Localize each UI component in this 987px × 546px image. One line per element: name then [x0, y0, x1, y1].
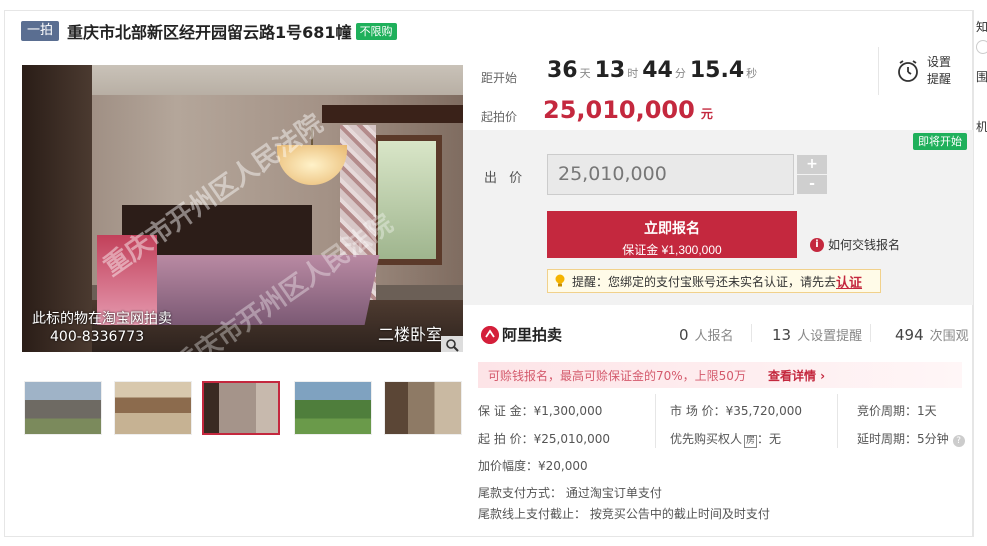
- unrestricted-badge: 不限购: [355, 22, 397, 40]
- minutes-unit: 分: [674, 67, 686, 80]
- countdown-seconds: 15.4: [689, 58, 745, 83]
- increment-info: 加价幅度：¥20,000: [478, 459, 588, 473]
- thumbnail-3-selected[interactable]: [202, 381, 280, 435]
- main-photo[interactable]: 重庆市开州区人民法院 重庆市开州区人民法院 此标的物在淘宝网拍卖 400-833…: [22, 65, 463, 352]
- alibaba-auction-logo: 阿里拍卖: [481, 324, 562, 345]
- alarm-clock-icon[interactable]: [896, 59, 920, 83]
- bid-cycle-info: 竞价周期：1天: [857, 404, 937, 418]
- rail-radio[interactable]: [976, 40, 987, 54]
- rail-char-3: 机: [976, 120, 987, 134]
- seconds-unit: 秒: [746, 67, 758, 80]
- stat-reminders-num: 13: [772, 326, 792, 344]
- how-to-pay-label: 如何交钱报名: [828, 238, 901, 252]
- bid-amount-field[interactable]: 25,010,000: [547, 154, 794, 195]
- start-price: 25,010,000 元: [543, 96, 713, 124]
- photo-caption-room: 二楼卧室: [378, 325, 443, 344]
- alibaba-auction-icon: [481, 325, 499, 344]
- delay-cycle-info: 延时周期：5分钟?: [857, 430, 965, 447]
- help-icon[interactable]: ?: [952, 435, 965, 447]
- countdown-hours: 13: [594, 58, 626, 83]
- days-unit: 天: [579, 67, 591, 80]
- delay-cycle-text: 延时周期：5分钟: [857, 432, 949, 446]
- countdown-days: 36: [547, 58, 578, 83]
- promo-text: 可赊钱报名，最高可赊保证金的70%，上限50万: [488, 368, 746, 383]
- credit-promo-banner: 可赊钱报名，最高可赊保证金的70%，上限50万 查看详情 ›: [478, 362, 962, 388]
- start-price-unit: 元: [700, 107, 713, 121]
- divider: [870, 324, 871, 342]
- stat-registrations-label: 人报名: [694, 329, 734, 344]
- set-reminder-line1: 设置: [927, 55, 952, 69]
- priority-buyer-info: 优先购买权人房：无: [670, 430, 781, 448]
- stat-reminders: 13 人设置提醒: [772, 325, 862, 344]
- thumbnail-1[interactable]: [24, 381, 102, 435]
- photo-caption-taobao: 此标的物在淘宝网拍卖: [32, 311, 172, 327]
- zoom-icon[interactable]: [441, 336, 463, 352]
- right-rail: 知 围 机: [973, 10, 987, 537]
- rail-char-2: 围: [976, 70, 987, 84]
- set-reminder-button[interactable]: 设置 提醒: [927, 54, 951, 88]
- stat-views: 494 次围观: [895, 325, 969, 344]
- brand-name: 阿里拍卖: [502, 326, 563, 344]
- divider: [751, 324, 752, 342]
- set-reminder-line2: 提醒: [927, 72, 952, 86]
- divider: [878, 47, 879, 95]
- title-row: 一拍 重庆市北部新区经开园留云路1号681幢 不限购: [21, 20, 397, 42]
- stat-views-num: 494: [895, 326, 924, 344]
- auction-round-tag: 一拍: [21, 21, 60, 41]
- thumbnail-4[interactable]: [294, 381, 372, 435]
- view-details-link[interactable]: 查看详情 ›: [768, 367, 825, 384]
- info-icon: i: [810, 237, 824, 252]
- stat-registrations-num: 0: [679, 326, 689, 344]
- start-price-value: 25,010,000: [543, 96, 695, 124]
- page-title: 重庆市北部新区经开园留云路1号681幢: [67, 23, 352, 42]
- priority-buyer-label: 优先购买权人: [670, 432, 743, 446]
- rail-char-1: 知: [976, 20, 987, 34]
- priority-buyer-value: ：无: [757, 432, 782, 446]
- status-badge: 即将开始: [913, 133, 967, 150]
- register-label: 立即报名: [644, 219, 700, 236]
- start-price-label: 起拍价: [481, 110, 518, 124]
- deposit-info: 保 证 金：¥1,300,000: [478, 404, 603, 418]
- hours-unit: 时: [627, 67, 639, 80]
- decrease-bid-button[interactable]: -: [797, 175, 827, 194]
- countdown-minutes: 44: [642, 58, 673, 83]
- lightbulb-icon: [555, 274, 565, 287]
- bid-label: 出 价: [484, 171, 527, 186]
- increase-bid-button[interactable]: +: [797, 155, 827, 174]
- stat-views-label: 次围观: [929, 329, 969, 344]
- stat-reminders-label: 人设置提醒: [797, 329, 863, 344]
- divider: [655, 394, 656, 448]
- photo-caption-phone: 400-8336773: [50, 329, 145, 345]
- tail-payment-deadline: 尾款线上支付截止： 按竞买公告中的截止时间及时支付: [478, 507, 770, 521]
- countdown-label: 距开始: [481, 71, 518, 85]
- priority-buyer-tag: 房: [744, 435, 758, 448]
- market-price-info: 市 场 价：¥35,720,000: [670, 404, 802, 418]
- register-now-button[interactable]: 立即报名 保证金 ¥1,300,000: [547, 211, 797, 258]
- countdown: 36 天 13 时 44 分 15.4 秒: [547, 58, 761, 83]
- thumbnail-strip: [22, 381, 463, 437]
- verification-notice: 提醒：您绑定的支付宝账号还未实名认证，请先去 认证: [547, 269, 881, 293]
- notice-text: 提醒：您绑定的支付宝账号还未实名认证，请先去: [572, 274, 837, 289]
- stat-registrations: 0 人报名: [679, 325, 734, 344]
- start-price-info: 起 拍 价：¥25,010,000: [478, 432, 610, 446]
- thumbnail-2[interactable]: [114, 381, 192, 435]
- divider: [837, 394, 838, 448]
- tail-payment-method: 尾款支付方式： 通过淘宝订单支付: [478, 486, 662, 500]
- verify-link[interactable]: 认证: [836, 272, 862, 291]
- how-to-pay-link[interactable]: i 如何交钱报名: [810, 236, 900, 253]
- thumbnail-5[interactable]: [384, 381, 462, 435]
- register-deposit: 保证金 ¥1,300,000: [622, 242, 722, 257]
